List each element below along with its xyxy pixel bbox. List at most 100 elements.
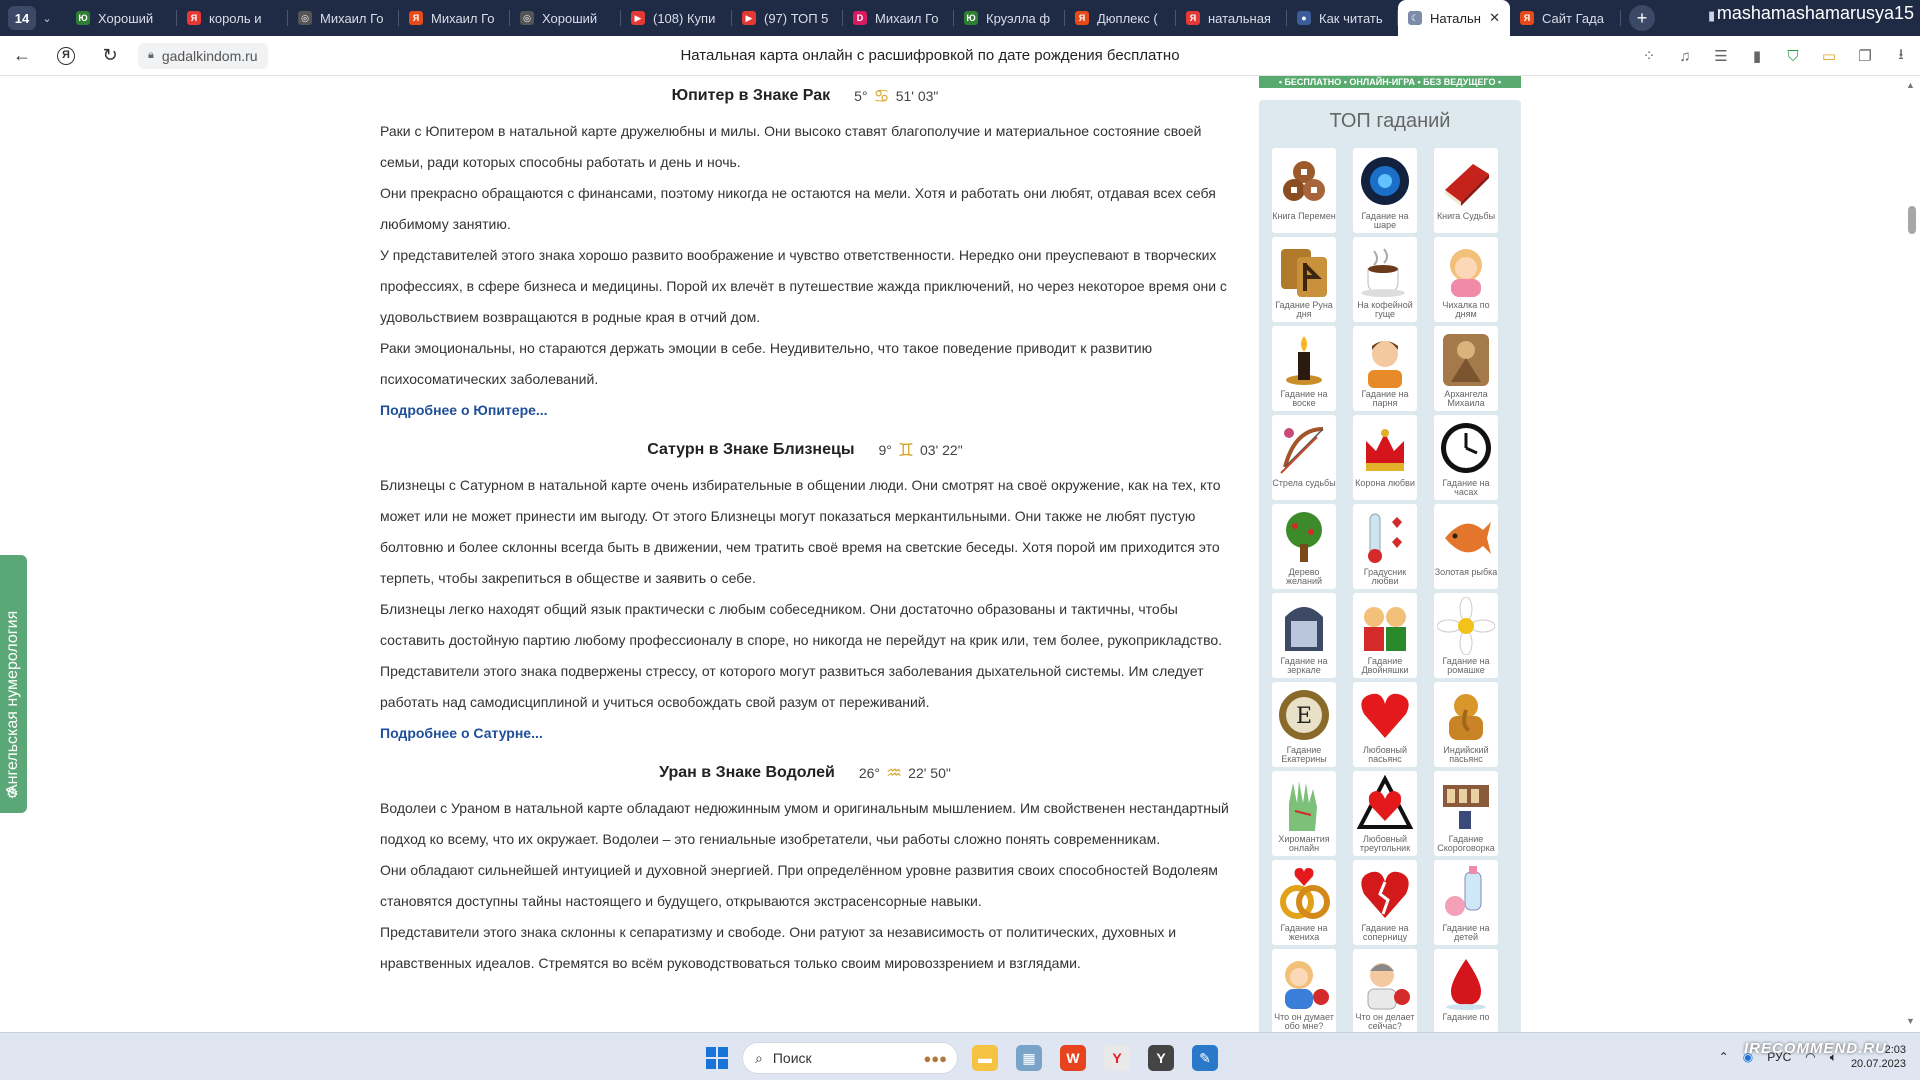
chevron-up-icon[interactable]: ⌃ [1719, 1050, 1729, 1064]
fortune-item[interactable]: Гадание на ромашке [1434, 593, 1498, 678]
fortune-item[interactable]: Чихалка по дням [1434, 237, 1498, 322]
new-tab-button[interactable]: + [1629, 5, 1655, 31]
read-more-link[interactable]: Подробнее о Сатурне... [380, 718, 1230, 749]
fortune-item-label: Гадание Екатерины [1281, 745, 1327, 764]
taskbar-search[interactable]: ⌕ Поиск ●●● [742, 1042, 958, 1074]
fortune-item[interactable]: Индийский пасьянс [1434, 682, 1498, 767]
browser-tab[interactable]: ☾ Натальн ✕ [1398, 0, 1510, 36]
read-more-link[interactable]: Подробнее о Юпитере... [380, 395, 1230, 426]
fortune-item[interactable]: Гадание на часах [1434, 415, 1498, 500]
wps-icon[interactable]: W [1060, 1045, 1086, 1071]
fortune-item[interactable]: Гадание на соперницу [1353, 860, 1417, 945]
fortune-item[interactable]: Корона любви [1353, 415, 1417, 500]
fortune-item[interactable]: Хиромантия онлайн [1272, 771, 1336, 856]
fortune-item[interactable]: Дерево желаний [1272, 504, 1336, 589]
reader-icon[interactable]: ☰ [1712, 47, 1730, 65]
fortune-item[interactable]: На кофейной гуще [1353, 237, 1417, 322]
fortune-item[interactable]: Гадание на жениха [1272, 860, 1336, 945]
fortune-item[interactable]: E Гадание Екатерины [1272, 682, 1336, 767]
fortune-item[interactable]: Любовный пасьянс [1353, 682, 1417, 767]
fortune-item[interactable]: Гадание на парня [1353, 326, 1417, 411]
browser-tab[interactable]: Янатальная [1176, 0, 1287, 36]
monogram-icon: E [1279, 690, 1329, 740]
scroll-down-icon[interactable]: ▼ [1906, 1016, 1915, 1026]
fortune-item[interactable]: Книга Судьбы [1434, 148, 1498, 233]
fortune-item[interactable]: Что он делает сейчас? [1353, 949, 1417, 1034]
bookmark-add-icon[interactable]: ▮ [1748, 47, 1766, 65]
girl-icon [1450, 249, 1482, 297]
planet-section: Юпитер в Знаке Рак 5° ♋ 51' 03" Раки с Юпите… [380, 76, 1230, 426]
profile-name[interactable]: mashamashamarusya15 [1717, 0, 1914, 26]
fortune-item[interactable]: Гадание на воске [1272, 326, 1336, 411]
svg-text:E: E [1296, 704, 1312, 729]
tab-title: Михаил Го [431, 10, 495, 26]
fortune-item[interactable]: Что он думает обо мне? [1272, 949, 1336, 1034]
chevron-down-icon[interactable]: ⌄ [36, 6, 58, 30]
fortune-item[interactable]: Гадание на зеркале [1272, 593, 1336, 678]
browser-tab[interactable]: ▶ (97) ТОП 5 [732, 0, 843, 36]
tab-favicon-icon: Я [1520, 11, 1534, 25]
taskbar: ⌕ Поиск ●●● ▬ ▦ W Y Y ✎ ⌃ ◉ РУС ◠ 🔈︎ 2:0… [0, 1032, 1920, 1080]
paint-icon[interactable]: ✎ [1192, 1045, 1218, 1071]
browser-tab[interactable]: ● Как читать [1287, 0, 1398, 36]
fortune-item-label: Любовный пасьянс [1362, 745, 1408, 764]
sidebar-banner[interactable]: • БЕСПЛАТНО • ОНЛАЙН-ИГРА • БЕЗ ВЕДУЩЕГО… [1259, 76, 1521, 88]
download-icon[interactable]: ⭳ [1892, 44, 1910, 69]
tab-counter[interactable]: 14 [8, 6, 36, 30]
yandex-browser-icon[interactable]: Y [1104, 1045, 1130, 1071]
browser-alt-icon[interactable]: Y [1148, 1045, 1174, 1071]
browser-tab[interactable]: D Михаил Го [843, 0, 954, 36]
scroll-up-icon[interactable]: ▲ [1906, 80, 1915, 90]
fortune-item[interactable]: Любовный треугольник [1353, 771, 1417, 856]
close-tab-icon[interactable]: ✕ [1489, 10, 1500, 26]
fortune-item[interactable]: Гадание Двойняшки [1353, 593, 1417, 678]
fortune-item[interactable]: Гадание Руна дня [1272, 237, 1336, 322]
tab-title: король и [209, 10, 262, 26]
start-button[interactable] [706, 1047, 728, 1069]
fortune-item[interactable]: Градусник любви [1353, 504, 1417, 589]
fortune-item-label: Стрела судьбы [1272, 478, 1336, 488]
tab-favicon-icon: ◎ [298, 11, 312, 25]
tab-title: (97) ТОП 5 [764, 10, 829, 26]
tab-title: Михаил Го [320, 10, 384, 26]
top-fortune-box: ТОП гаданий Книга Перемен Гадание на шаре… [1259, 100, 1521, 1035]
fortune-item[interactable]: Золотая рыбка [1434, 504, 1498, 589]
browser-tab[interactable]: Я Михаил Го [399, 0, 510, 36]
scroll-thumb[interactable] [1908, 206, 1916, 234]
browser-tab[interactable]: Ю Круэлла ф [954, 0, 1065, 36]
fortune-item[interactable]: Архангела Михаила [1434, 326, 1498, 411]
broken-heart-icon [1361, 871, 1409, 918]
search-icon: ⌕ [755, 1049, 763, 1066]
coins-icon [1283, 161, 1325, 201]
angel-numerology-side-tab[interactable]: Ангельская нумерология ⚙︎ [0, 555, 27, 813]
shield-icon[interactable]: ⛉ [1784, 48, 1802, 65]
file-explorer-icon[interactable]: ▬ [972, 1045, 998, 1071]
headphones-icon[interactable]: ♫ [1676, 48, 1694, 65]
browser-tab[interactable]: ▶ (108) Купи [621, 0, 732, 36]
browser-tab[interactable]: Я Сайт Гада [1510, 0, 1621, 36]
fortune-item[interactable]: Книга Перемен [1272, 148, 1336, 233]
photos-icon[interactable]: ▦ [1016, 1045, 1042, 1071]
fortune-item[interactable]: Гадание Скороговорка [1434, 771, 1498, 856]
tab-title: Как читать [1319, 10, 1383, 26]
planet-position: 26° ♒ 22' 50" [859, 763, 951, 784]
collections-icon[interactable]: ❐ [1856, 47, 1874, 65]
fortune-item[interactable]: Гадание по [1434, 949, 1498, 1034]
battery-icon[interactable]: ▭ [1820, 47, 1838, 65]
browser-tab[interactable]: Якороль и [177, 0, 288, 36]
fortune-item-label: Что он делает сейчас? [1355, 1012, 1415, 1031]
extensions-icon[interactable]: ⁘ [1640, 47, 1658, 65]
fortune-item[interactable]: Стрела судьбы [1272, 415, 1336, 500]
browser-tab[interactable]: ◎ Хороший [510, 0, 621, 36]
browser-tab[interactable]: Ю Хороший [66, 0, 177, 36]
browser-tab[interactable]: ◎ Михаил Го [288, 0, 399, 36]
tab-favicon-icon: ▶ [742, 11, 756, 25]
planet-position: 9° ♊ 03' 22" [878, 440, 962, 461]
page-scrollbar[interactable]: ▲ ▼ [1904, 76, 1920, 1032]
fortune-item[interactable]: Гадание на детей [1434, 860, 1498, 945]
fortune-item-label: Чихалка по дням [1442, 300, 1490, 319]
drop-icon [1446, 959, 1486, 1010]
browser-tab[interactable]: Я Дюплекс ( [1065, 0, 1176, 36]
fortune-item[interactable]: Гадание на шаре [1353, 148, 1417, 233]
cards-icon [1443, 785, 1489, 829]
